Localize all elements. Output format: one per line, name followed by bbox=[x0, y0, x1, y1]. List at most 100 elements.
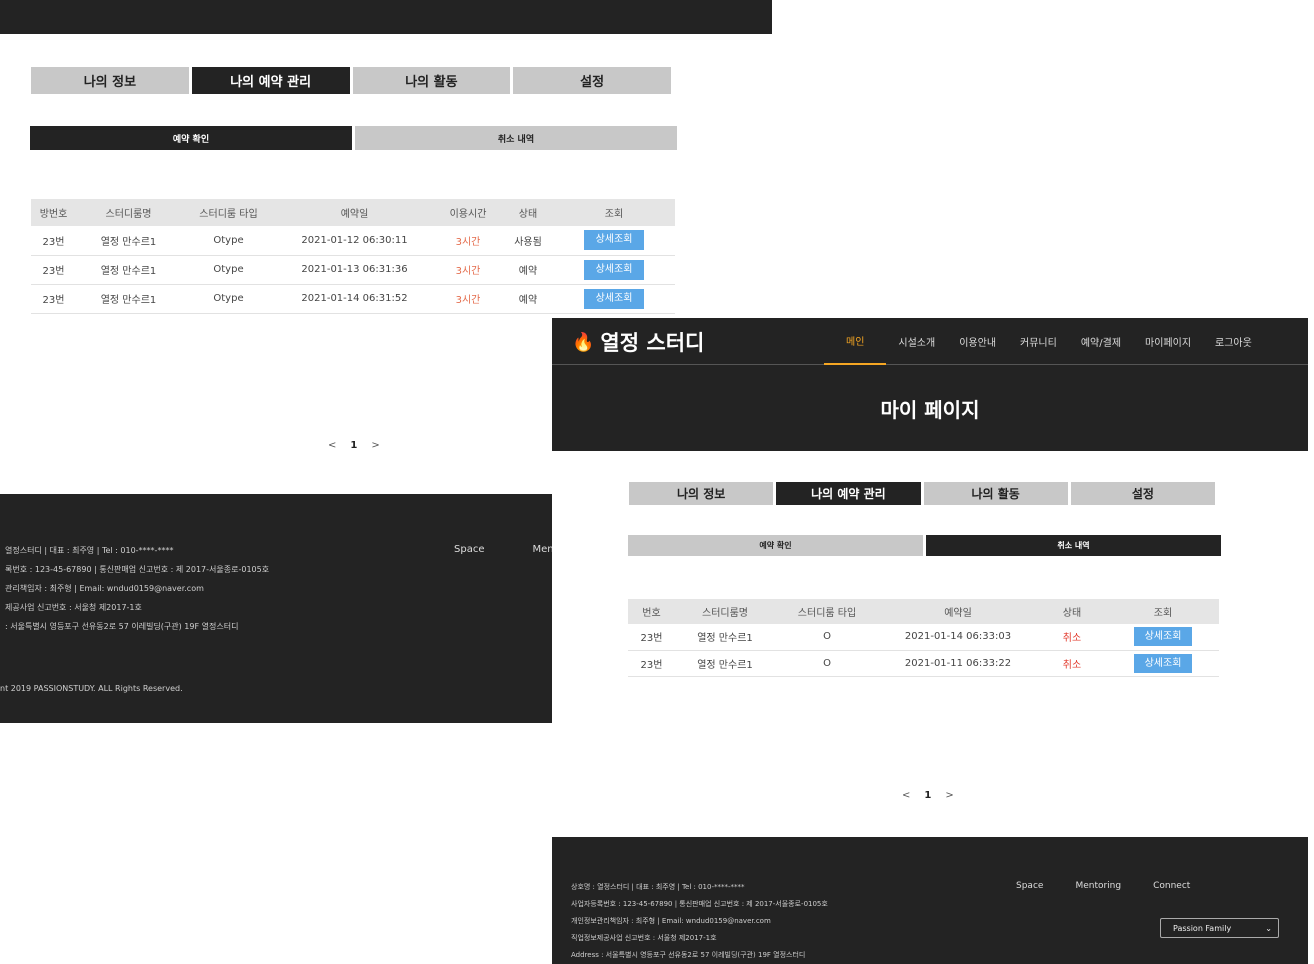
detail-button[interactable]: 상세조회 bbox=[1133, 627, 1193, 647]
usage-time: 3시간 bbox=[433, 284, 503, 314]
reservation-date: 2021-01-13 06:31:36 bbox=[276, 255, 433, 285]
reservation-date: 2021-01-14 06:33:03 bbox=[879, 624, 1037, 651]
logo[interactable]: 🔥 열정 스터디 bbox=[572, 327, 704, 357]
reservation-table: 방번호 스터디룸명 스터디룸 타입 예약일 이용시간 상태 조회 23번 열정 … bbox=[31, 199, 675, 314]
chevron-down-icon: ⌄ bbox=[1265, 923, 1272, 933]
detail-button[interactable]: 상세조회 bbox=[583, 259, 645, 280]
room-name: 열정 만수르1 bbox=[76, 226, 181, 256]
column-header: 상태 bbox=[503, 199, 553, 226]
room-name: 열정 만수르1 bbox=[675, 624, 775, 651]
reservation-date: 2021-01-14 06:31:52 bbox=[276, 284, 433, 314]
tab-my-activity[interactable]: 나의 활동 bbox=[923, 482, 1068, 505]
status: 취소 bbox=[1037, 624, 1107, 651]
room-number: 23번 bbox=[628, 650, 675, 677]
room-number: 23번 bbox=[31, 226, 76, 256]
family-site-select[interactable]: Passion Family ⌄ bbox=[1160, 918, 1279, 938]
mypage-tabs: 나의 정보 나의 예약 관리 나의 활동 설정 bbox=[629, 482, 1215, 505]
column-header: 예약일 bbox=[276, 199, 433, 226]
column-header: 조회 bbox=[1107, 599, 1219, 624]
subtab-cancel-history[interactable]: 취소 내역 bbox=[355, 126, 677, 150]
subtab-reservation-check[interactable]: 예약 확인 bbox=[30, 126, 352, 150]
subtab-reservation-check[interactable]: 예약 확인 bbox=[628, 535, 923, 556]
detail-button[interactable]: 상세조회 bbox=[583, 230, 645, 251]
detail-button[interactable]: 상세조회 bbox=[1133, 653, 1193, 673]
page-number-current[interactable]: 1 bbox=[924, 790, 931, 801]
footer-link-space[interactable]: Space bbox=[454, 544, 484, 555]
footer-line: 관리책임자 : 최주형 | Email: wndud0159@naver.com bbox=[5, 584, 204, 593]
column-header: 스터디룸 타입 bbox=[181, 199, 276, 226]
prev-page-button[interactable]: < bbox=[328, 440, 336, 451]
footer-line: 제공사업 신고번호 : 서울청 제2017-1호 bbox=[5, 603, 142, 612]
prev-page-button[interactable]: < bbox=[902, 790, 910, 801]
cancel-history-table: 번호 스터디룸명 스터디룸 타입 예약일 상태 조회 23번 열정 만수르1 O… bbox=[628, 599, 1219, 677]
footer-line: 열정스터디 | 대표 : 최주영 | Tel : 010-****-**** bbox=[5, 546, 174, 555]
footer-link-connect[interactable]: Connect bbox=[1153, 881, 1190, 891]
column-header: 스터디룸명 bbox=[675, 599, 775, 624]
nav-facilities[interactable]: 시설소개 bbox=[886, 318, 947, 365]
room-type: Otype bbox=[181, 226, 276, 256]
next-page-button[interactable]: > bbox=[371, 440, 379, 451]
tab-settings[interactable]: 설정 bbox=[513, 67, 671, 94]
tab-my-info[interactable]: 나의 정보 bbox=[629, 482, 774, 505]
table-row: 23번 열정 만수르1 O 2021-01-11 06:33:22 취소 상세조… bbox=[628, 650, 1219, 677]
reservation-subtabs: 예약 확인 취소 내역 bbox=[30, 126, 677, 150]
column-header: 조회 bbox=[553, 199, 675, 226]
page-number-current[interactable]: 1 bbox=[350, 440, 357, 451]
table-row: 23번 열정 만수르1 O 2021-01-14 06:33:03 취소 상세조… bbox=[628, 624, 1219, 651]
table-header-row: 방번호 스터디룸명 스터디룸 타입 예약일 이용시간 상태 조회 bbox=[31, 199, 675, 226]
column-header: 방번호 bbox=[31, 199, 76, 226]
detail-button[interactable]: 상세조회 bbox=[583, 288, 645, 309]
footer-links: Space Mentoring Connect bbox=[1016, 881, 1190, 891]
room-type: O bbox=[775, 650, 879, 677]
reservation-date: 2021-01-12 06:30:11 bbox=[276, 226, 433, 256]
detail-cell: 상세조회 bbox=[1107, 650, 1219, 677]
next-page-button[interactable]: > bbox=[945, 790, 953, 801]
main-nav: 메인 시설소개 이용안내 커뮤니티 예약/결제 마이페이지 로그아웃 bbox=[824, 318, 1264, 365]
tab-my-info[interactable]: 나의 정보 bbox=[31, 67, 189, 94]
nav-guide[interactable]: 이용안내 bbox=[947, 318, 1008, 365]
flame-icon: 🔥 bbox=[572, 331, 595, 353]
table-header-row: 번호 스터디룸명 스터디룸 타입 예약일 상태 조회 bbox=[628, 599, 1219, 624]
usage-time: 3시간 bbox=[433, 255, 503, 285]
nav-reservation[interactable]: 예약/결제 bbox=[1069, 318, 1133, 365]
footer-line: Address : 서울특별시 영등포구 선유동2로 57 이레빌딩(구관) 1… bbox=[571, 951, 806, 959]
room-type: O bbox=[775, 624, 879, 651]
table-row: 23번 열정 만수르1 Otype 2021-01-14 06:31:52 3시… bbox=[31, 284, 675, 314]
nav-community[interactable]: 커뮤니티 bbox=[1008, 318, 1069, 365]
footer-line: 록번호 : 123-45-67890 | 통신판매업 신고번호 : 제 2017… bbox=[5, 565, 270, 574]
tab-my-reservations[interactable]: 나의 예약 관리 bbox=[191, 67, 350, 94]
tab-my-activity[interactable]: 나의 활동 bbox=[352, 67, 511, 94]
room-type: Otype bbox=[181, 255, 276, 285]
room-name: 열정 만수르1 bbox=[675, 650, 775, 677]
nav-main[interactable]: 메인 bbox=[824, 318, 887, 365]
footer: 열정스터디 | 대표 : 최주영 | Tel : 010-****-**** 록… bbox=[0, 494, 552, 723]
mypage-tabs: 나의 정보 나의 예약 관리 나의 활동 설정 bbox=[31, 67, 671, 94]
column-header: 스터디룸 타입 bbox=[775, 599, 879, 624]
footer-line: 사업자등록번호 : 123-45-67890 | 통신판매업 신고번호 : 제 … bbox=[571, 900, 828, 908]
status: 취소 bbox=[1037, 650, 1107, 677]
nav-mypage[interactable]: 마이페이지 bbox=[1133, 318, 1203, 365]
site-header: 🔥 열정 스터디 메인 시설소개 이용안내 커뮤니티 예약/결제 마이페이지 로… bbox=[552, 318, 1308, 365]
table-row: 23번 열정 만수르1 Otype 2021-01-12 06:30:11 3시… bbox=[31, 226, 675, 256]
footer-link-mentoring[interactable]: Mentoring bbox=[1075, 881, 1121, 891]
subtab-cancel-history[interactable]: 취소 내역 bbox=[926, 535, 1221, 556]
room-name: 열정 만수르1 bbox=[76, 255, 181, 285]
footer-link-space[interactable]: Space bbox=[1016, 881, 1043, 891]
footer-line: 상호명 : 열정스터디 | 대표 : 최주영 | Tel : 010-****-… bbox=[571, 883, 745, 891]
nav-logout[interactable]: 로그아웃 bbox=[1203, 318, 1264, 365]
room-number: 23번 bbox=[628, 624, 675, 651]
status: 예약 bbox=[503, 255, 553, 285]
footer-link-mentoring[interactable]: Mentori bbox=[532, 544, 552, 555]
column-header: 번호 bbox=[628, 599, 675, 624]
column-header: 예약일 bbox=[879, 599, 1037, 624]
tab-my-reservations[interactable]: 나의 예약 관리 bbox=[776, 482, 921, 505]
logo-text: 열정 스터디 bbox=[600, 331, 705, 355]
footer-line: : 서울특별시 영등포구 선유동2로 57 이레빌딩(구관) 19F 열정스터디 bbox=[5, 622, 239, 631]
pagination: < 1 > bbox=[902, 790, 954, 801]
column-header: 스터디룸명 bbox=[76, 199, 181, 226]
column-header: 이용시간 bbox=[433, 199, 503, 226]
detail-cell: 상세조회 bbox=[553, 284, 675, 314]
status: 예약 bbox=[503, 284, 553, 314]
tab-settings[interactable]: 설정 bbox=[1070, 482, 1215, 505]
detail-cell: 상세조회 bbox=[1107, 624, 1219, 651]
